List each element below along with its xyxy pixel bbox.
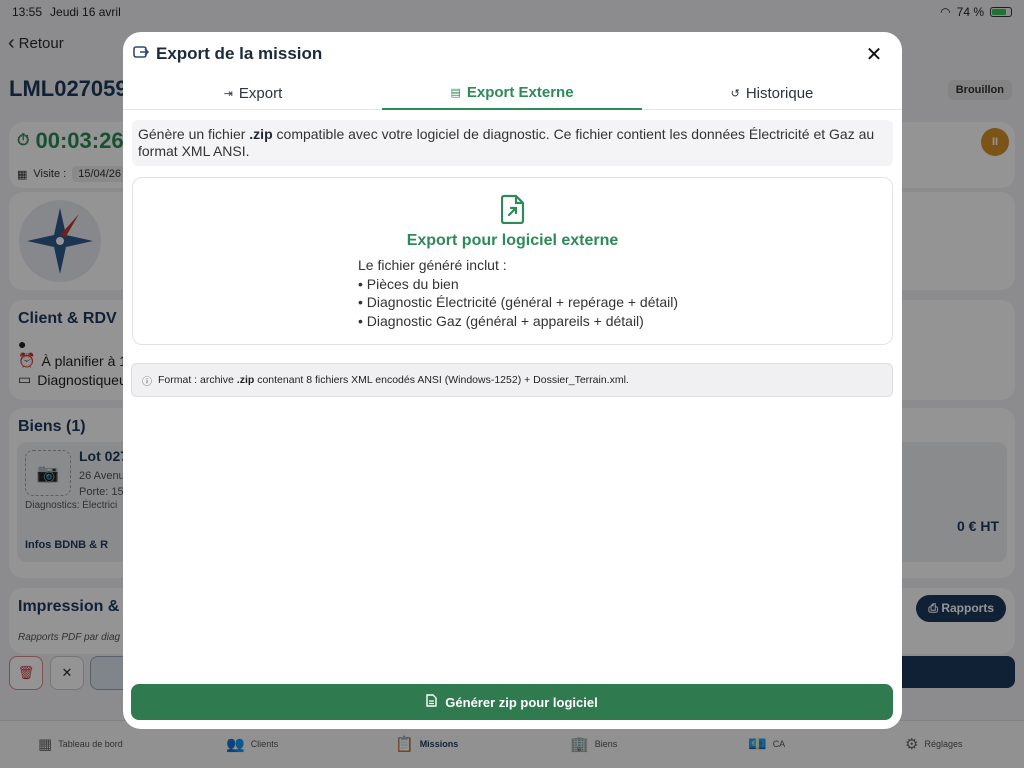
generate-zip-button[interactable]: Générer zip pour logiciel xyxy=(131,684,893,720)
close-modal-button[interactable]: ✕ xyxy=(862,42,886,66)
document-icon xyxy=(426,694,437,710)
export-icon xyxy=(133,45,150,64)
tab-export-label: Export xyxy=(238,85,283,102)
export-modal: Export de la mission ✕ ⇥ Export ▤ Export… xyxy=(123,32,902,729)
generate-label: Générer zip pour logiciel xyxy=(445,694,598,710)
tab-export[interactable]: ⇥ Export xyxy=(123,77,383,110)
export-title: Export pour logiciel externe xyxy=(406,232,619,249)
includes-list: Le fichier généré inclut : • Pièces du b… xyxy=(358,256,678,330)
modal-title: Export de la mission xyxy=(156,44,323,63)
export-description: Génère un fichier .zip compatible avec v… xyxy=(132,120,893,166)
close-icon: ✕ xyxy=(865,43,883,66)
document-icon: ▤ xyxy=(450,87,461,99)
tab-export-externe-label: Export Externe xyxy=(466,84,574,101)
format-text: Format : archive .zip contenant 8 fichie… xyxy=(158,374,629,386)
format-prefix: Format : archive xyxy=(158,374,234,386)
list-item: • Pièces du bien xyxy=(358,275,459,292)
export-summary-box: Export pour logiciel externe Le fichier … xyxy=(132,177,893,345)
list-item: • Diagnostic Gaz (général + appareils + … xyxy=(358,312,644,329)
history-icon: ↺ xyxy=(730,88,740,100)
tab-historique-label: Historique xyxy=(745,85,814,102)
modal-tabs: ⇥ Export ▤ Export Externe ↺ Historique xyxy=(123,77,902,110)
info-prefix: Génère un fichier xyxy=(138,126,246,142)
format-note: ⓘ Format : archive .zip contenant 8 fich… xyxy=(131,363,893,397)
tab-historique[interactable]: ↺ Historique xyxy=(642,77,902,110)
includes-heading: Le fichier généré inclut : xyxy=(358,257,507,273)
modal-header: Export de la mission ✕ xyxy=(123,32,902,76)
list-item: • Diagnostic Électricité (général + repé… xyxy=(358,294,679,310)
format-suffix: contenant 8 fichiers XML encodés ANSI (W… xyxy=(257,374,629,386)
info-bold: .zip xyxy=(249,126,273,142)
file-export-icon xyxy=(500,194,525,225)
tab-export-externe[interactable]: ▤ Export Externe xyxy=(382,77,642,110)
info-icon: ⓘ xyxy=(142,376,152,388)
export-icon: ⇥ xyxy=(223,88,233,100)
format-bold: .zip xyxy=(236,374,255,386)
